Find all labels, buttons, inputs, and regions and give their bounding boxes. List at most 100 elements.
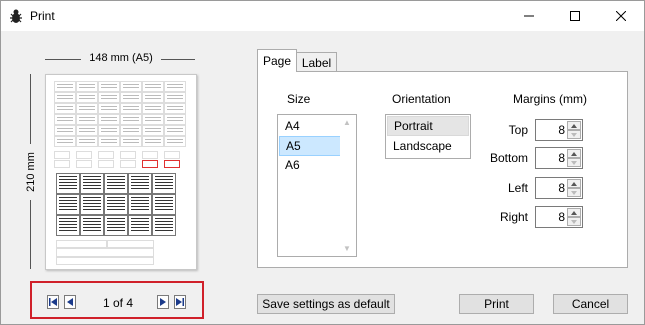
preview-label-cell bbox=[128, 194, 152, 215]
last-page-button[interactable] bbox=[174, 295, 186, 309]
margin-top-label: Top bbox=[508, 123, 528, 137]
preview-label-cell bbox=[98, 125, 120, 136]
preview-label-cell bbox=[76, 81, 98, 92]
size-scrollbar[interactable]: ▲ ▼ bbox=[340, 116, 355, 255]
preview-label-cell bbox=[76, 160, 92, 168]
preview-label-cell bbox=[120, 81, 142, 92]
maximize-button[interactable] bbox=[552, 1, 598, 31]
spin-down-icon bbox=[571, 190, 577, 195]
preview-label-cell bbox=[164, 125, 186, 136]
preview-label-cell bbox=[98, 136, 120, 147]
preview-label-cell bbox=[76, 114, 98, 125]
orientation-listbox[interactable]: Portrait Landscape bbox=[385, 114, 471, 159]
margin-left-increment[interactable] bbox=[567, 179, 581, 188]
margin-right-decrement[interactable] bbox=[567, 217, 581, 226]
preview-label-cell bbox=[164, 114, 186, 125]
preview-label-cell bbox=[164, 136, 186, 147]
save-settings-default-button[interactable]: Save settings as default bbox=[257, 294, 395, 314]
preview-label-cell bbox=[76, 151, 92, 159]
preview-label-cell bbox=[142, 125, 164, 136]
margin-right-increment[interactable] bbox=[567, 208, 581, 217]
orientation-header: Orientation bbox=[392, 92, 451, 106]
preview-label-cell bbox=[56, 173, 80, 194]
margin-top-stepper[interactable]: 8 bbox=[535, 119, 583, 141]
preview-label-cell bbox=[76, 136, 98, 147]
scroll-up-icon: ▲ bbox=[343, 118, 351, 127]
previous-page-button[interactable] bbox=[64, 295, 76, 309]
preview-label-cell bbox=[98, 114, 120, 125]
preview-label-cell bbox=[56, 248, 154, 257]
margin-left-decrement[interactable] bbox=[567, 188, 581, 197]
preview-label-cell bbox=[56, 240, 108, 248]
page-indicator: 1 of 4 bbox=[102, 296, 134, 310]
preview-label-cell bbox=[164, 92, 186, 103]
margin-left-label: Left bbox=[507, 181, 528, 195]
tab-label[interactable]: Label bbox=[296, 52, 337, 72]
close-button[interactable] bbox=[598, 1, 644, 31]
margin-bottom-stepper[interactable]: 8 bbox=[535, 147, 583, 169]
spin-up-icon bbox=[571, 151, 577, 156]
preview-label-cell bbox=[76, 125, 98, 136]
preview-label-cell bbox=[128, 173, 152, 194]
height-dimension: 210 mm bbox=[23, 74, 37, 269]
preview-label-cell bbox=[142, 160, 158, 168]
print-button[interactable]: Print bbox=[459, 294, 534, 314]
preview-label-cell bbox=[142, 103, 164, 114]
margin-left-stepper[interactable]: 8 bbox=[535, 177, 583, 199]
margin-right-stepper[interactable]: 8 bbox=[535, 206, 583, 228]
preview-label-cell bbox=[142, 151, 158, 159]
scroll-down-icon: ▼ bbox=[343, 244, 351, 253]
preview-label-cell bbox=[164, 103, 186, 114]
spin-down-icon bbox=[571, 160, 577, 165]
preview-label-cell bbox=[152, 173, 176, 194]
cancel-button[interactable]: Cancel bbox=[553, 294, 628, 314]
preview-label-cell bbox=[98, 92, 120, 103]
size-option-a4[interactable]: A4 bbox=[279, 117, 341, 137]
margin-bottom-decrement[interactable] bbox=[567, 158, 581, 167]
size-option-a6[interactable]: A6 bbox=[279, 156, 341, 176]
preview-label-cell bbox=[104, 215, 128, 236]
preview-label-cell bbox=[152, 215, 176, 236]
spin-down-icon bbox=[571, 219, 577, 224]
preview-label-cell bbox=[56, 194, 80, 215]
margin-bottom-increment[interactable] bbox=[567, 149, 581, 158]
margin-top-increment[interactable] bbox=[567, 121, 581, 130]
close-icon bbox=[616, 11, 626, 21]
preview-label-cell bbox=[142, 136, 164, 147]
minimize-icon bbox=[524, 15, 534, 17]
preview-label-cell bbox=[54, 114, 76, 125]
preview-label-cell bbox=[98, 151, 114, 159]
preview-label-cell bbox=[56, 257, 154, 265]
next-page-icon bbox=[160, 298, 166, 306]
margins-header: Margins (mm) bbox=[513, 92, 587, 106]
size-option-a5[interactable]: A5 bbox=[279, 136, 341, 156]
last-page-icon bbox=[176, 298, 184, 306]
bug-icon bbox=[10, 9, 22, 23]
preview-label-cell bbox=[164, 160, 180, 168]
orientation-option-portrait[interactable]: Portrait bbox=[387, 116, 469, 136]
margin-top-decrement[interactable] bbox=[567, 130, 581, 139]
maximize-icon bbox=[570, 11, 580, 21]
margin-bottom-label: Bottom bbox=[489, 151, 528, 165]
first-page-icon bbox=[49, 298, 57, 306]
preview-label-cell bbox=[76, 103, 98, 114]
size-header: Size bbox=[287, 92, 311, 106]
width-dimension: 148 mm (A5) bbox=[45, 52, 195, 66]
first-page-button[interactable] bbox=[47, 295, 59, 309]
preview-label-cell bbox=[54, 103, 76, 114]
preview-label-cell bbox=[54, 81, 76, 92]
preview-label-cell bbox=[120, 103, 142, 114]
title-bar: Print bbox=[1, 1, 644, 31]
preview-label-cell bbox=[106, 240, 154, 248]
preview-label-cell bbox=[54, 125, 76, 136]
spin-up-icon bbox=[571, 210, 577, 215]
minimize-button[interactable] bbox=[506, 1, 552, 31]
next-page-button[interactable] bbox=[157, 295, 169, 309]
preview-label-cell bbox=[120, 136, 142, 147]
size-listbox[interactable]: A4 A5 A6 ▲ ▼ bbox=[277, 114, 357, 257]
tab-page[interactable]: Page bbox=[257, 49, 297, 72]
orientation-option-landscape[interactable]: Landscape bbox=[387, 137, 469, 157]
preview-label-cell bbox=[98, 81, 120, 92]
preview-label-cell bbox=[80, 215, 104, 236]
preview-label-cell bbox=[104, 173, 128, 194]
